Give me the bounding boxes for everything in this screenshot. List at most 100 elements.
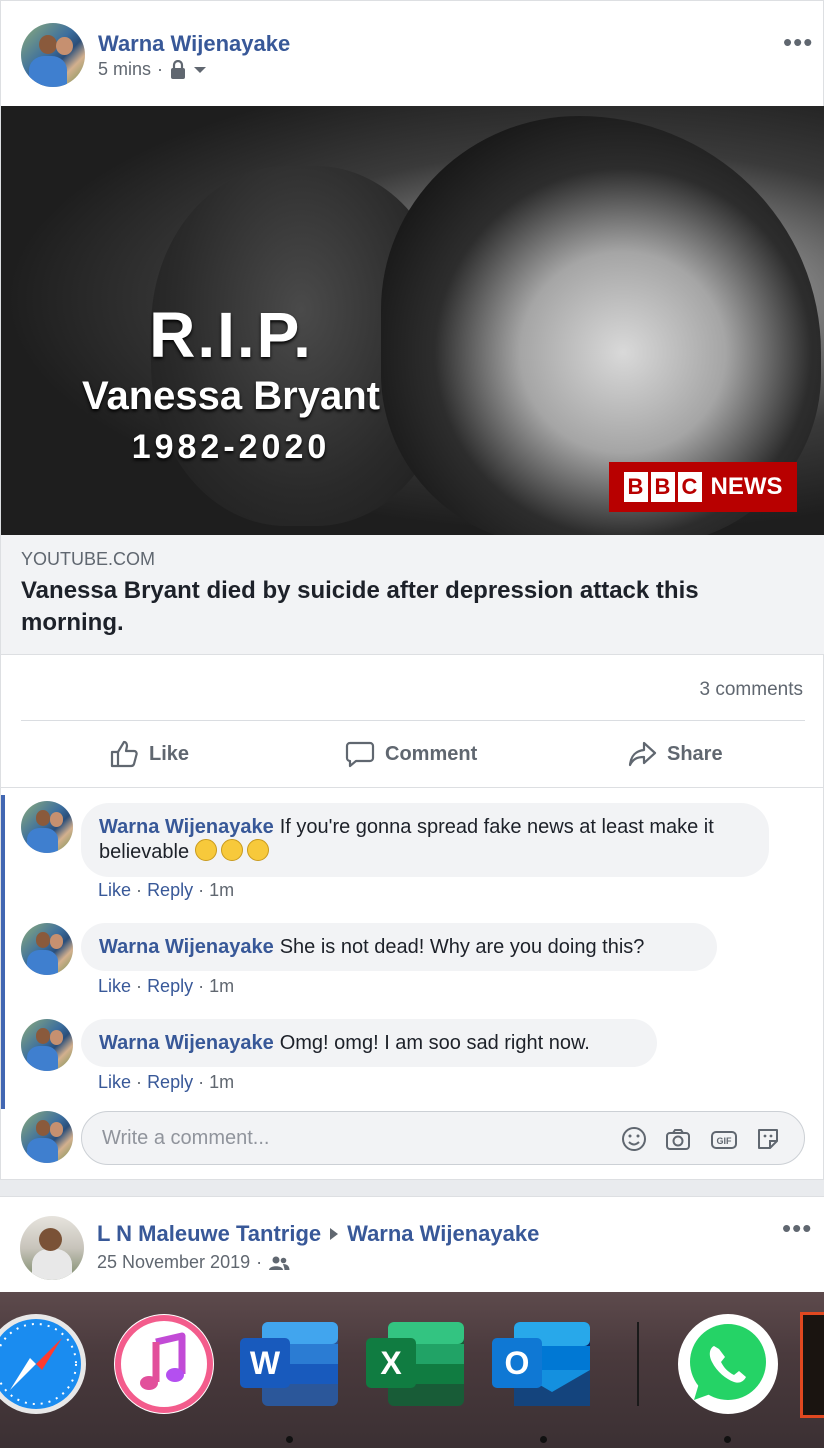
crying-emoji-icon xyxy=(220,839,243,861)
running-indicator xyxy=(724,1436,731,1443)
image-name-text: Vanessa Bryant xyxy=(82,374,380,418)
comment-text: She is not dead! Why are you doing this? xyxy=(279,936,645,958)
outlook-app-icon[interactable]: O xyxy=(490,1312,594,1416)
comment-author[interactable]: Warna Wijenayake xyxy=(99,816,274,838)
comment-reply-link[interactable]: Reply xyxy=(147,976,193,996)
write-comment-input[interactable] xyxy=(102,1112,582,1164)
thumbs-up-icon xyxy=(110,740,138,768)
meta-separator: · xyxy=(157,59,164,79)
current-user-avatar[interactable] xyxy=(21,1111,73,1163)
new-comments-indicator xyxy=(1,795,5,1109)
like-label: Like xyxy=(149,742,190,765)
outlook-letter: O xyxy=(505,1345,530,1381)
post-options-icon[interactable]: ••• xyxy=(783,29,813,55)
share-button[interactable]: Share xyxy=(627,736,723,772)
triangle-right-icon xyxy=(330,1228,339,1240)
separator: · xyxy=(136,880,143,900)
post: Warna Wijenayake 5 mins · ••• R.I.P. Van… xyxy=(0,0,824,1180)
share-icon xyxy=(628,741,657,767)
separator: · xyxy=(198,880,205,900)
whatsapp-app-icon[interactable] xyxy=(676,1312,780,1416)
music-app-icon[interactable] xyxy=(112,1312,216,1416)
link-preview-box[interactable]: YOUTUBE.COM Vanessa Bryant died by suici… xyxy=(1,535,824,655)
excel-letter: X xyxy=(380,1345,402,1381)
comment-author[interactable]: Warna Wijenayake xyxy=(99,936,274,958)
image-rip-text: R.I.P. xyxy=(149,299,313,371)
divider xyxy=(21,720,805,721)
sticker-icon[interactable] xyxy=(754,1125,782,1153)
meta-separator: · xyxy=(256,1252,263,1272)
comment-like-link[interactable]: Like xyxy=(98,880,131,900)
comment-actions: Like · Reply · 1m xyxy=(98,880,234,901)
comment-text: Omg! omg! I am soo sad right now. xyxy=(279,1032,590,1054)
gif-icon[interactable]: GIF xyxy=(710,1125,738,1153)
commenter-avatar[interactable] xyxy=(21,923,73,975)
divider xyxy=(1,787,824,788)
caret-down-icon[interactable] xyxy=(193,65,207,75)
dock-separator xyxy=(637,1322,639,1406)
comment-bubble: Warna Wijenayake Omg! omg! I am soo sad r… xyxy=(81,1019,657,1067)
comment-like-link[interactable]: Like xyxy=(98,1072,131,1092)
comment-button[interactable]: Comment xyxy=(345,736,477,772)
word-letter: W xyxy=(250,1345,281,1381)
comment-reply-link[interactable]: Reply xyxy=(147,1072,193,1092)
write-comment-box: GIF xyxy=(81,1111,805,1165)
post-meta: 5 mins · xyxy=(98,59,207,80)
comment-actions: Like · Reply · 1m xyxy=(98,976,234,997)
comment-reply-link[interactable]: Reply xyxy=(147,880,193,900)
post-time[interactable]: 5 mins xyxy=(98,59,151,80)
safari-app-icon[interactable] xyxy=(0,1312,88,1416)
emoji-icon[interactable] xyxy=(620,1125,648,1153)
word-app-icon[interactable]: W xyxy=(238,1312,342,1416)
camera-icon[interactable] xyxy=(664,1125,692,1153)
logo-letter: B xyxy=(623,472,648,502)
comment-bubble: Warna Wijenayake If you're gonna spread f… xyxy=(81,803,769,877)
link-preview-image[interactable]: R.I.P. Vanessa Bryant 1982-2020 B B C NE… xyxy=(1,106,824,535)
comment-bubble: Warna Wijenayake She is not dead! Why are… xyxy=(81,923,717,971)
comment-icon xyxy=(345,741,375,768)
separator: · xyxy=(136,1072,143,1092)
dock: W X O xyxy=(0,1292,824,1448)
post-meta: 25 November 2019 · xyxy=(97,1252,290,1273)
dock-app-partial[interactable] xyxy=(800,1312,824,1418)
running-indicator xyxy=(540,1436,547,1443)
friends-icon[interactable] xyxy=(268,1255,290,1271)
author-avatar[interactable] xyxy=(21,23,85,87)
comment-actions: Like · Reply · 1m xyxy=(98,1072,234,1093)
comment-time[interactable]: 1m xyxy=(209,1072,234,1092)
post-author-name[interactable]: L N Maleuwe Tantrige xyxy=(97,1221,321,1247)
bbc-news-logo: B B C NEWS xyxy=(609,462,797,512)
post-author-name[interactable]: Warna Wijenayake xyxy=(98,31,290,57)
crying-emoji-icon xyxy=(246,839,269,861)
excel-app-icon[interactable]: X xyxy=(364,1312,468,1416)
image-years-text: 1982-2020 xyxy=(131,428,331,466)
laughing-emoji-icon xyxy=(194,839,217,861)
like-button[interactable]: Like xyxy=(109,736,189,772)
comment-author[interactable]: Warna Wijenayake xyxy=(99,1032,274,1054)
commenter-avatar[interactable] xyxy=(21,1019,73,1071)
comment-like-link[interactable]: Like xyxy=(98,976,131,996)
separator: · xyxy=(198,1072,205,1092)
post: L N Maleuwe Tantrige Warna Wijenayake 25… xyxy=(0,1196,824,1296)
svg-text:GIF: GIF xyxy=(717,1136,733,1146)
commenter-avatar[interactable] xyxy=(21,801,73,853)
link-title[interactable]: Vanessa Bryant died by suicide after dep… xyxy=(21,575,801,639)
news-feed: Warna Wijenayake 5 mins · ••• R.I.P. Van… xyxy=(0,0,824,1296)
lock-icon[interactable] xyxy=(169,59,187,80)
comment-time[interactable]: 1m xyxy=(209,880,234,900)
separator: · xyxy=(198,976,205,996)
logo-news: NEWS xyxy=(710,473,783,500)
running-indicator xyxy=(286,1436,293,1443)
post-date[interactable]: 25 November 2019 xyxy=(97,1252,250,1273)
share-label: Share xyxy=(667,742,723,765)
post-options-icon[interactable]: ••• xyxy=(782,1215,812,1241)
post-header: L N Maleuwe Tantrige Warna Wijenayake xyxy=(97,1221,539,1247)
author-avatar[interactable] xyxy=(20,1216,84,1280)
link-domain: YOUTUBE.COM xyxy=(21,549,156,569)
logo-letter: B xyxy=(650,472,675,502)
comment-count[interactable]: 3 comments xyxy=(700,679,803,701)
comment-label: Comment xyxy=(385,742,478,765)
post-target-name[interactable]: Warna Wijenayake xyxy=(347,1221,539,1247)
comment-time[interactable]: 1m xyxy=(209,976,234,996)
separator: · xyxy=(136,976,143,996)
